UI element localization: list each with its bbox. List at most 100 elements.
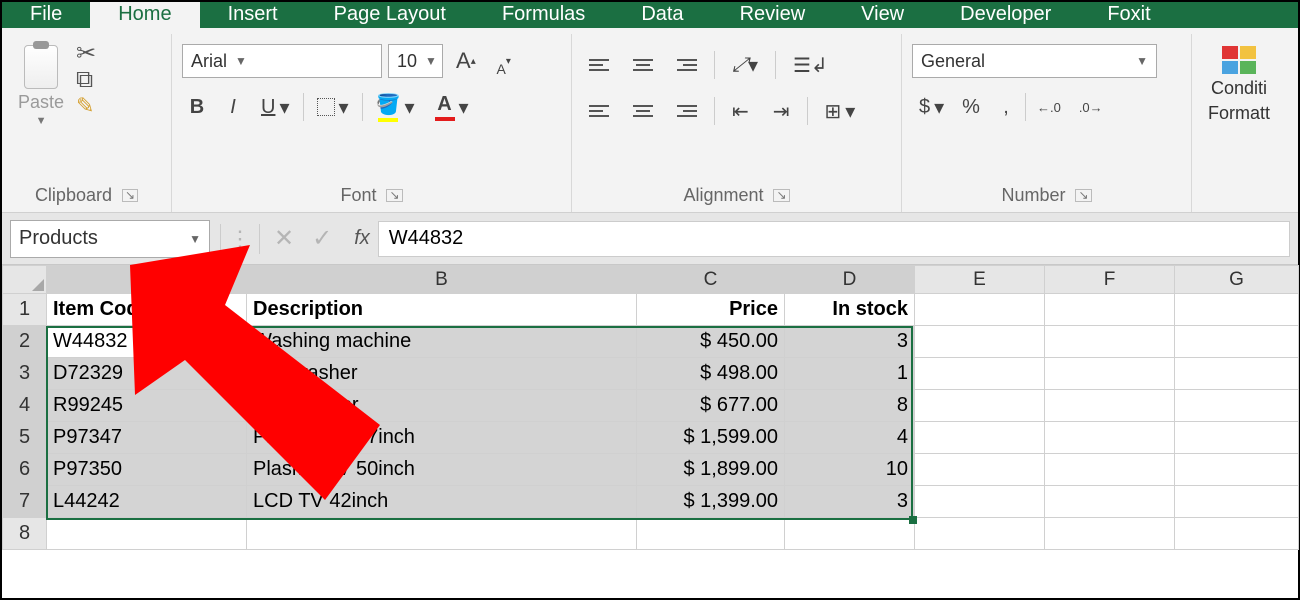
cell-b8[interactable]: [247, 518, 637, 550]
row-header-8[interactable]: 8: [3, 518, 47, 550]
cell-e4[interactable]: [915, 390, 1045, 422]
number-launcher-icon[interactable]: ↘: [1075, 189, 1091, 202]
cell-c6[interactable]: $ 1,899.00: [637, 454, 785, 486]
cancel-formula-icon[interactable]: ✕: [274, 224, 294, 253]
increase-indent-icon[interactable]: ⇥: [766, 94, 797, 128]
cell-d3[interactable]: 1: [785, 358, 915, 390]
cut-icon[interactable]: ✂: [76, 44, 96, 64]
col-header-f[interactable]: F: [1045, 266, 1175, 294]
tab-developer[interactable]: Developer: [932, 2, 1079, 28]
cell-f7[interactable]: [1045, 486, 1175, 518]
cell-a1[interactable]: Item Code: [47, 294, 247, 326]
row-header-4[interactable]: 4: [3, 390, 47, 422]
format-painter-icon[interactable]: ✎: [76, 96, 96, 116]
cell-b6[interactable]: Plasma TV 50inch: [247, 454, 637, 486]
row-header-1[interactable]: 1: [3, 294, 47, 326]
italic-button[interactable]: I: [218, 90, 248, 124]
row-header-2[interactable]: 2: [3, 326, 47, 358]
cell-a6[interactable]: P97350: [47, 454, 247, 486]
cell-c5[interactable]: $ 1,599.00: [637, 422, 785, 454]
accounting-format-button[interactable]: $▾: [912, 90, 951, 124]
cell-d4[interactable]: 8: [785, 390, 915, 422]
cell-c8[interactable]: [637, 518, 785, 550]
cell-e1[interactable]: [915, 294, 1045, 326]
decrease-decimal-button[interactable]: .0→: [1072, 90, 1110, 124]
name-box[interactable]: Products▼: [10, 220, 210, 258]
align-right-icon[interactable]: [670, 94, 704, 128]
font-color-button[interactable]: A▾: [428, 90, 476, 124]
worksheet-grid[interactable]: A B C D E F G 1 Item Code Description Pr…: [2, 265, 1298, 550]
cell-a3[interactable]: D72329: [47, 358, 247, 390]
grow-font-icon[interactable]: A▴: [449, 44, 483, 78]
col-header-c[interactable]: C: [637, 266, 785, 294]
tab-formulas[interactable]: Formulas: [474, 2, 613, 28]
cell-d1[interactable]: In stock: [785, 294, 915, 326]
bold-button[interactable]: B: [182, 90, 212, 124]
cell-f6[interactable]: [1045, 454, 1175, 486]
font-launcher-icon[interactable]: ↘: [386, 189, 402, 202]
tab-review[interactable]: Review: [712, 2, 834, 28]
formula-input[interactable]: W44832: [378, 221, 1290, 257]
tab-home[interactable]: Home: [90, 2, 199, 28]
align-left-icon[interactable]: [582, 94, 616, 128]
fill-handle[interactable]: [909, 516, 917, 524]
tab-data[interactable]: Data: [613, 2, 711, 28]
cell-g6[interactable]: [1175, 454, 1299, 486]
col-header-d[interactable]: D: [785, 266, 915, 294]
cell-f3[interactable]: [1045, 358, 1175, 390]
row-header-6[interactable]: 6: [3, 454, 47, 486]
orientation-button[interactable]: ⤢▾: [725, 48, 765, 82]
cell-b5[interactable]: Plasma TV 47inch: [247, 422, 637, 454]
tab-foxit[interactable]: Foxit: [1079, 2, 1178, 28]
cell-c2[interactable]: $ 450.00: [637, 326, 785, 358]
col-header-a[interactable]: A: [47, 266, 247, 294]
cell-e8[interactable]: [915, 518, 1045, 550]
cell-e7[interactable]: [915, 486, 1045, 518]
tab-view[interactable]: View: [833, 2, 932, 28]
cell-c1[interactable]: Price: [637, 294, 785, 326]
cell-f1[interactable]: [1045, 294, 1175, 326]
percent-format-button[interactable]: %: [955, 90, 987, 124]
cell-a8[interactable]: [47, 518, 247, 550]
cell-f8[interactable]: [1045, 518, 1175, 550]
cell-g3[interactable]: [1175, 358, 1299, 390]
cell-f5[interactable]: [1045, 422, 1175, 454]
underline-button[interactable]: U▾: [254, 90, 297, 124]
fx-icon[interactable]: fx: [346, 227, 378, 250]
cell-g4[interactable]: [1175, 390, 1299, 422]
alignment-launcher-icon[interactable]: ↘: [773, 189, 789, 202]
cell-c3[interactable]: $ 498.00: [637, 358, 785, 390]
row-header-3[interactable]: 3: [3, 358, 47, 390]
increase-decimal-button[interactable]: ←.0: [1030, 90, 1068, 124]
borders-button[interactable]: ▾: [310, 90, 356, 124]
tab-insert[interactable]: Insert: [200, 2, 306, 28]
cell-b2[interactable]: Washing machine: [247, 326, 637, 358]
cell-d8[interactable]: [785, 518, 915, 550]
cell-c7[interactable]: $ 1,399.00: [637, 486, 785, 518]
cell-a5[interactable]: P97347: [47, 422, 247, 454]
cell-d5[interactable]: 4: [785, 422, 915, 454]
align-center-icon[interactable]: [626, 94, 660, 128]
align-bottom-icon[interactable]: [670, 48, 704, 82]
clipboard-launcher-icon[interactable]: ↘: [122, 189, 138, 202]
cell-e2[interactable]: [915, 326, 1045, 358]
col-header-g[interactable]: G: [1175, 266, 1299, 294]
merge-center-button[interactable]: ⊞▾: [818, 94, 863, 128]
comma-format-button[interactable]: ,: [991, 90, 1021, 124]
row-header-5[interactable]: 5: [3, 422, 47, 454]
decrease-indent-icon[interactable]: ⇤: [725, 94, 756, 128]
enter-formula-icon[interactable]: ✓: [312, 224, 332, 253]
tab-page-layout[interactable]: Page Layout: [306, 2, 474, 28]
cell-e5[interactable]: [915, 422, 1045, 454]
cell-b1[interactable]: Description: [247, 294, 637, 326]
cell-g2[interactable]: [1175, 326, 1299, 358]
row-header-7[interactable]: 7: [3, 486, 47, 518]
cell-f4[interactable]: [1045, 390, 1175, 422]
paste-button[interactable]: Paste ▼: [12, 38, 70, 127]
cell-d6[interactable]: 10: [785, 454, 915, 486]
font-size-combo[interactable]: 10▼: [388, 44, 443, 78]
select-all-corner[interactable]: [3, 266, 47, 294]
cell-d7[interactable]: 3: [785, 486, 915, 518]
fill-color-button[interactable]: 🪣▾: [369, 90, 422, 124]
cell-a4[interactable]: R99245: [47, 390, 247, 422]
